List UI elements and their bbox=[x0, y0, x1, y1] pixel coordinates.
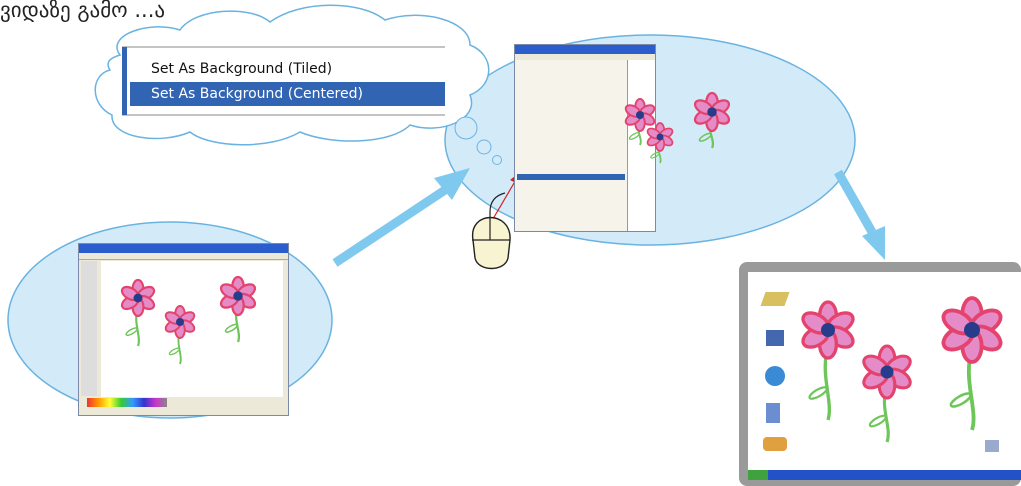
flower bbox=[120, 278, 156, 347]
flower bbox=[646, 122, 674, 164]
flower bbox=[219, 275, 257, 343]
folder-icon[interactable] bbox=[760, 292, 790, 306]
my-computer-icon[interactable] bbox=[766, 330, 784, 346]
flower bbox=[801, 300, 855, 421]
flower bbox=[164, 305, 196, 365]
tray-icon bbox=[985, 440, 999, 452]
internet-explorer-icon[interactable] bbox=[765, 366, 785, 386]
flower bbox=[941, 296, 1003, 431]
network-icon[interactable] bbox=[763, 437, 787, 451]
flowers-layer bbox=[120, 91, 1003, 443]
recycle-bin-icon[interactable] bbox=[766, 403, 780, 423]
flower bbox=[862, 344, 912, 443]
flower bbox=[693, 91, 731, 149]
